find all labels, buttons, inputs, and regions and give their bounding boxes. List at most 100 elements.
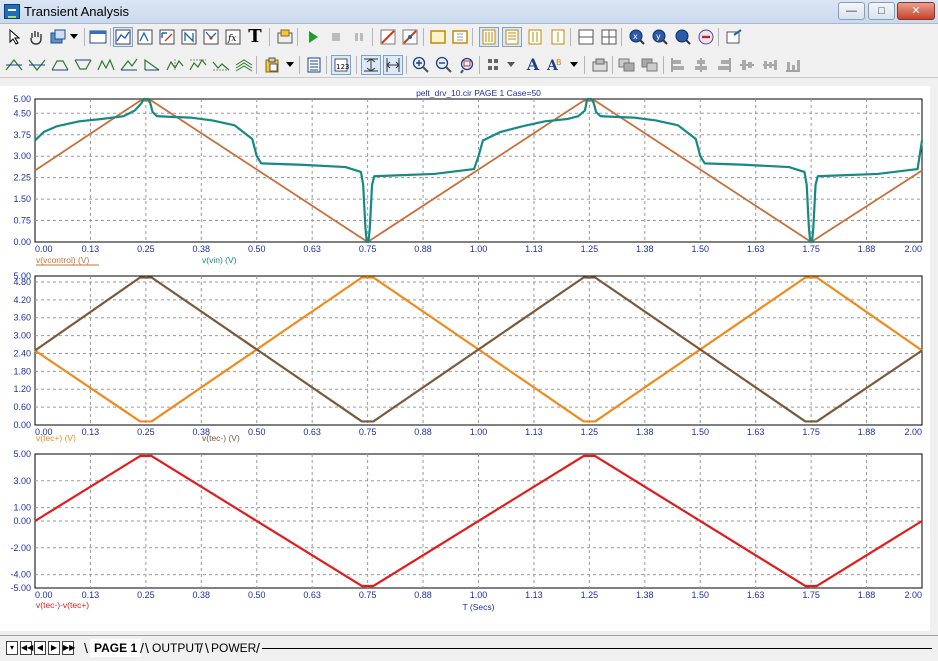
next-page-button[interactable]: ▶: [48, 641, 60, 655]
page-layout-d-icon[interactable]: [548, 27, 568, 47]
x-tick-label: 0.38: [193, 244, 211, 254]
minimize-button[interactable]: —: [838, 2, 865, 20]
cursor-left-icon[interactable]: [378, 27, 398, 47]
frame-grid-icon[interactable]: [450, 27, 470, 47]
app-icon: [4, 4, 20, 19]
clipboard-icon[interactable]: [262, 55, 282, 75]
plot-area[interactable]: 0.00 0.13 0.25 0.38 0.50 0.63 0.75 0.88 1.00 1.13…: [0, 86, 938, 631]
dropdown-arrow-icon[interactable]: [68, 27, 80, 47]
properties-check-icon[interactable]: [724, 27, 744, 47]
page-layout-b-icon[interactable]: [502, 27, 522, 47]
y-tick-label: 0.00: [13, 420, 31, 430]
valley-icon[interactable]: [27, 55, 47, 75]
last-page-button[interactable]: ▶▶: [62, 641, 75, 655]
page-layout-a-icon[interactable]: [479, 27, 499, 47]
x-tick-label: 1.00: [470, 244, 488, 254]
tokens-icon[interactable]: 123: [331, 55, 351, 75]
chart-panel-1[interactable]: 0.00 0.13 0.25 0.38 0.50 0.63 0.75 0.88 1.00 1.13…: [13, 88, 924, 266]
graph-icon[interactable]: [113, 27, 133, 47]
bottom-icon[interactable]: [211, 55, 231, 75]
legend-label[interactable]: v(tec-)-v(tec+): [36, 600, 89, 610]
graph-zoom-icon[interactable]: [157, 27, 177, 47]
page-layout-c-icon[interactable]: [525, 27, 545, 47]
split-grid-icon[interactable]: [599, 27, 619, 47]
prev-page-button[interactable]: ◀: [34, 641, 46, 655]
graph-scale-icon[interactable]: [135, 27, 155, 47]
chart-title: pelt_drv_10.cir PAGE 1 Case=50: [416, 88, 541, 98]
legend-label[interactable]: v(vcontrol) (V): [36, 255, 90, 265]
zoom-in-icon[interactable]: [411, 55, 431, 75]
slope-icon[interactable]: [119, 55, 139, 75]
font-A-icon[interactable]: A: [523, 55, 543, 75]
frame-icon[interactable]: [428, 27, 448, 47]
zoom-out-icon[interactable]: [434, 55, 454, 75]
global-low-icon[interactable]: [165, 55, 185, 75]
legend-label[interactable]: v(tec-) (V): [202, 433, 240, 443]
grid-dots-icon[interactable]: [485, 55, 505, 75]
align-center-icon[interactable]: [691, 55, 711, 75]
y-tick-label: 1.20: [13, 384, 31, 394]
inflection-icon[interactable]: [96, 55, 116, 75]
split-horizontal-icon[interactable]: [576, 27, 596, 47]
graph-auto-icon[interactable]: [179, 27, 199, 47]
search-fx-icon[interactable]: [673, 27, 693, 47]
x-tick-label: 0.13: [82, 244, 100, 254]
overlap-icon[interactable]: [617, 55, 637, 75]
data-points-icon[interactable]: [361, 55, 381, 75]
legend-label[interactable]: v(tec+) (V): [36, 433, 76, 443]
align-top-icon[interactable]: [737, 55, 757, 75]
tab-menu-button[interactable]: ▾: [6, 641, 18, 655]
chart-panel-2[interactable]: 0.00 0.13 0.25 0.38 0.50 0.63 0.75 0.88 1.00 1.13…: [13, 271, 923, 443]
dropdown-arrow-icon[interactable]: [284, 55, 296, 75]
select-arrow-icon[interactable]: [4, 27, 24, 47]
close-button[interactable]: ✕: [897, 2, 935, 20]
label-icon[interactable]: [590, 55, 610, 75]
chart-panel-3[interactable]: 0.00 0.13 0.25 0.38 0.50 0.63 0.75 0.88 1.00 1.13…: [10, 449, 923, 612]
first-page-button[interactable]: ◀◀: [20, 641, 33, 655]
x-tick-label: 1.13: [525, 244, 543, 254]
layers-icon[interactable]: [234, 55, 254, 75]
peak-icon[interactable]: [4, 55, 24, 75]
window-icon[interactable]: [88, 27, 108, 47]
x-tick-label: 0.25: [137, 244, 155, 254]
y-tick-label: 3.00: [13, 151, 31, 161]
text-T-icon[interactable]: T: [245, 27, 265, 47]
top-icon[interactable]: [188, 55, 208, 75]
pause-icon[interactable]: [349, 27, 369, 47]
transient-plot[interactable]: 0.00 0.13 0.25 0.38 0.50 0.63 0.75 0.88 1.00 1.13…: [0, 86, 938, 631]
function-icon[interactable]: fx: [223, 27, 243, 47]
pan-hand-icon[interactable]: [26, 27, 46, 47]
align-right-icon[interactable]: [714, 55, 734, 75]
x-tick-label: 2.00: [904, 590, 922, 600]
list-icon[interactable]: [304, 55, 324, 75]
fit-icon[interactable]: [383, 55, 403, 75]
search-y-icon[interactable]: y: [650, 27, 670, 47]
dropdown-arrow-icon[interactable]: [505, 55, 517, 75]
tab-output[interactable]: OUTPUT: [148, 639, 205, 657]
low-icon[interactable]: [73, 55, 93, 75]
high-icon[interactable]: [50, 55, 70, 75]
stop-circle-icon[interactable]: [696, 27, 716, 47]
legend-label[interactable]: v(vin) (V): [202, 255, 237, 265]
x-tick-label: 1.50: [691, 590, 709, 600]
cursor-right-icon[interactable]: [400, 27, 420, 47]
global-high-icon[interactable]: [142, 55, 162, 75]
stop-icon[interactable]: [326, 27, 346, 47]
dropdown-arrow-icon[interactable]: [568, 55, 580, 75]
font-AB-icon[interactable]: AB: [546, 55, 566, 75]
maximize-button[interactable]: □: [868, 2, 895, 20]
run-icon[interactable]: [303, 27, 323, 47]
align-left-icon[interactable]: [668, 55, 688, 75]
properties-icon[interactable]: [48, 27, 68, 47]
tab-page-1[interactable]: PAGE 1: [90, 639, 142, 657]
y-tick-label: 2.25: [13, 173, 31, 183]
tab-power[interactable]: POWER: [207, 639, 260, 657]
align-middle-icon[interactable]: [760, 55, 780, 75]
dialog-icon[interactable]: [275, 27, 295, 47]
stack-icon[interactable]: [640, 55, 660, 75]
search-x-icon[interactable]: x: [627, 27, 647, 47]
zoom-window-icon[interactable]: [457, 55, 477, 75]
graph-point-icon[interactable]: [201, 27, 221, 47]
x-axis-label: T (Secs): [463, 602, 495, 612]
align-bottom-icon[interactable]: [783, 55, 803, 75]
